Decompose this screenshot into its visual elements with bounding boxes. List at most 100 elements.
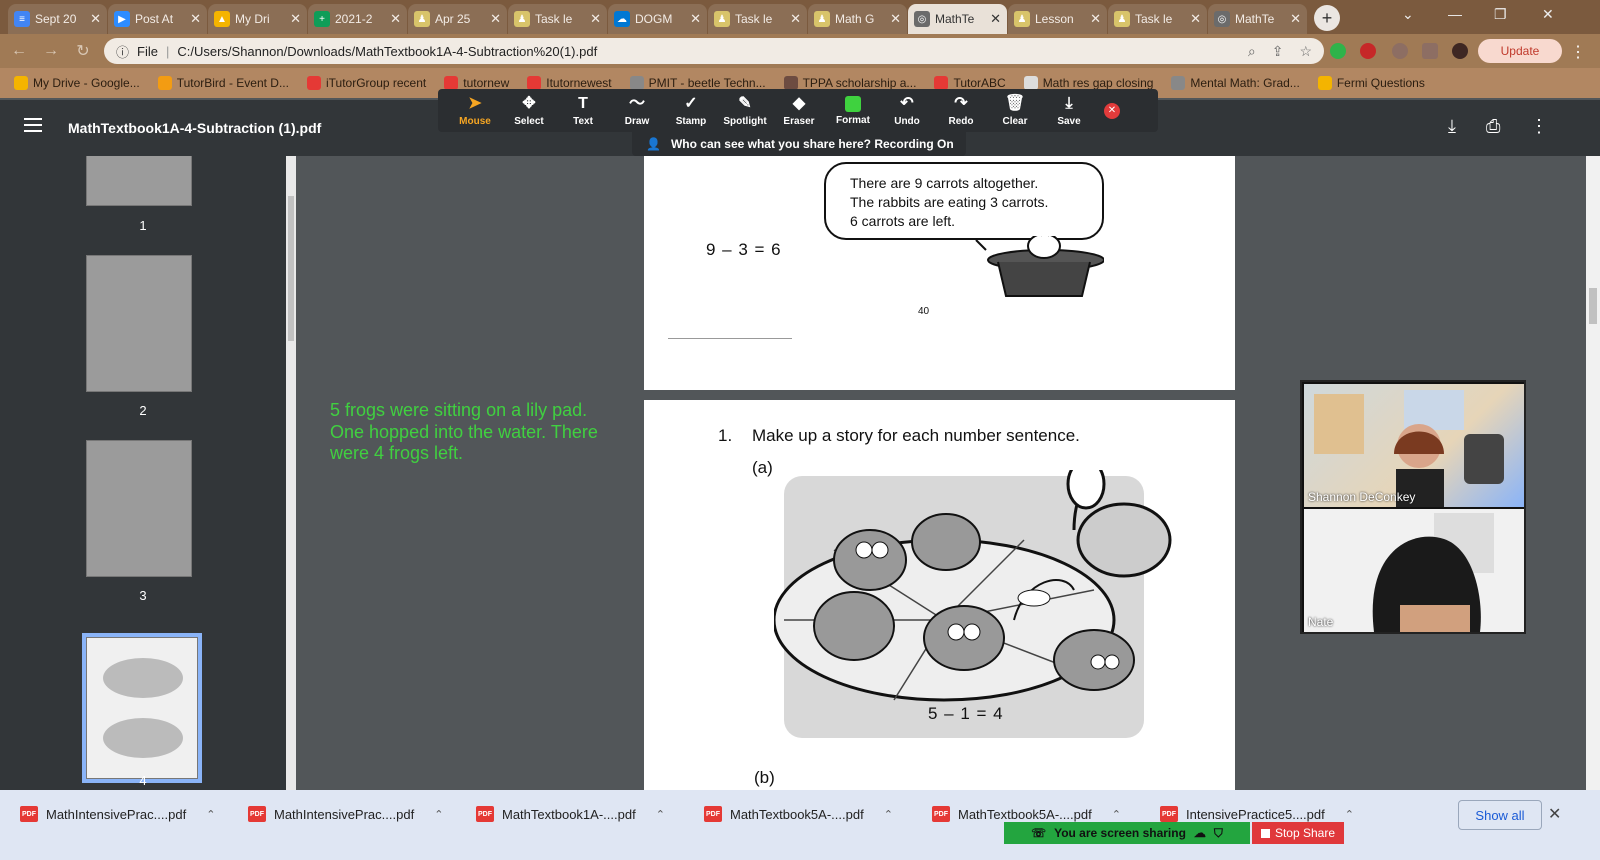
back-icon[interactable]: ← [10, 42, 28, 60]
browser-tab[interactable]: ≡ Sept 20 ✕ [8, 4, 107, 34]
download-item[interactable]: PDF IntensivePractice5....pdf ⌃ [1160, 806, 1354, 822]
bookmark-item[interactable]: Mental Math: Grad... [1171, 76, 1300, 90]
extensions-puzzle-icon[interactable] [1422, 43, 1438, 59]
bookmark-star-icon[interactable]: ☆ [1299, 43, 1312, 60]
download-item[interactable]: PDF MathTextbook5A-....pdf ⌃ [704, 806, 893, 822]
stop-share-button[interactable]: Stop Share [1252, 822, 1344, 844]
browser-tab[interactable]: ♟ Apr 25 ✕ [408, 4, 507, 34]
tab-close-icon[interactable]: ✕ [290, 11, 301, 27]
bookmark-item[interactable]: TutorABC [934, 76, 1006, 90]
ublock-icon[interactable] [1360, 43, 1376, 59]
zoom-icon[interactable]: ⌕ [1248, 43, 1256, 60]
tab-search-icon[interactable]: ⌄ [1402, 6, 1414, 23]
chevron-up-icon[interactable]: ⌃ [206, 808, 215, 821]
info-icon[interactable]: ⓘ [116, 42, 129, 61]
tool-eraser[interactable]: ◆ Eraser [772, 95, 826, 127]
participant-video[interactable]: Nate [1304, 509, 1524, 632]
tool-mouse[interactable]: ➤ Mouse [448, 95, 502, 127]
download-item[interactable]: PDF MathTextbook5A-....pdf ⌃ [932, 806, 1121, 822]
share-banner[interactable]: 👤 Who can see what you share here? Recor… [632, 132, 966, 156]
sidebar-scrollbar[interactable] [286, 156, 296, 802]
close-window-icon[interactable]: ✕ [1542, 6, 1554, 23]
download-icon[interactable]: ⤓ [1448, 116, 1456, 137]
chevron-up-icon[interactable]: ⌃ [884, 808, 893, 821]
tool-text[interactable]: T Text [556, 95, 610, 127]
page-thumbnail[interactable] [86, 156, 192, 206]
tool-spotlight[interactable]: ✎ Spotlight [718, 95, 772, 127]
tab-close-icon[interactable]: ✕ [1090, 11, 1101, 27]
page-thumbnail[interactable] [86, 255, 192, 392]
browser-tab[interactable]: ♟ Task le ✕ [708, 4, 807, 34]
tool-undo[interactable]: ↶ Undo [880, 95, 934, 127]
tab-close-icon[interactable]: ✕ [190, 11, 201, 27]
tab-close-icon[interactable]: ✕ [690, 11, 701, 27]
download-item[interactable]: PDF MathTextbook1A-....pdf ⌃ [476, 806, 665, 822]
more-actions-icon[interactable]: ⋮ [1530, 116, 1548, 137]
reload-icon[interactable]: ↻ [74, 41, 92, 61]
address-bar[interactable]: ⓘ File | C:/Users/Shannon/Downloads/Math… [104, 38, 1324, 64]
tab-close-icon[interactable]: ✕ [790, 11, 801, 27]
tab-close-icon[interactable]: ✕ [890, 11, 901, 27]
bookmark-item[interactable]: TPPA scholarship a... [783, 76, 916, 90]
chevron-up-icon[interactable]: ⌃ [1345, 808, 1354, 821]
tab-close-icon[interactable]: ✕ [990, 11, 1001, 27]
tab-close-icon[interactable]: ✕ [90, 11, 101, 27]
tab-close-icon[interactable]: ✕ [390, 11, 401, 27]
tool-save[interactable]: ⤓ Save [1042, 95, 1096, 127]
tool-clear[interactable]: 🗑 Clear [988, 95, 1042, 127]
tool-format[interactable]: Format [826, 95, 880, 126]
browser-tab[interactable]: ◎ MathTe ✕ [1208, 4, 1307, 34]
browser-tab[interactable]: ♟ Lesson ✕ [1008, 4, 1107, 34]
annotation-text[interactable]: 5 frogs were sitting on a lily pad. One … [330, 400, 610, 465]
browser-tab[interactable]: ♟ Task le ✕ [508, 4, 607, 34]
bookmark-item[interactable]: Itutornewest [527, 76, 612, 90]
chevron-up-icon[interactable]: ⌃ [656, 808, 665, 821]
tab-close-icon[interactable]: ✕ [1190, 11, 1201, 27]
chevron-up-icon[interactable]: ⌃ [1112, 808, 1121, 821]
more-menu-icon[interactable]: ⋮ [1570, 42, 1586, 62]
video-panel[interactable]: Shannon DeConkey Nate [1300, 380, 1526, 634]
tab-close-icon[interactable]: ✕ [590, 11, 601, 27]
browser-tab[interactable]: ♟ Task le ✕ [1108, 4, 1207, 34]
tab-close-icon[interactable]: ✕ [490, 11, 501, 27]
bookmark-item[interactable]: Math res gap closing [1023, 76, 1153, 90]
browser-tab[interactable]: ♟ Math G ✕ [808, 4, 907, 34]
bookmark-item[interactable]: tutornew [444, 76, 509, 90]
page-thumbnail[interactable] [86, 637, 198, 779]
forward-icon[interactable]: → [42, 42, 60, 60]
close-toolbar-icon[interactable]: ✕ [1104, 102, 1120, 119]
browser-tab[interactable]: ◎ MathTe ✕ [908, 4, 1007, 34]
extension-icon[interactable] [1330, 43, 1346, 59]
new-tab-button[interactable]: + [1314, 5, 1340, 31]
document-scrollbar[interactable] [1586, 156, 1600, 802]
print-icon[interactable]: ⎙ [1486, 116, 1500, 137]
share-icon[interactable]: ⇪ [1272, 43, 1284, 60]
tool-redo[interactable]: ↷ Redo [934, 95, 988, 127]
bookmark-item[interactable]: My Drive - Google... [14, 76, 140, 90]
tool-select[interactable]: ✥ Select [502, 95, 556, 127]
download-item[interactable]: PDF MathIntensivePrac....pdf ⌃ [20, 806, 215, 822]
bookmark-item[interactable]: TutorBird - Event D... [157, 76, 289, 90]
download-item[interactable]: PDF MathIntensivePrac....pdf ⌃ [248, 806, 443, 822]
bookmark-item[interactable]: PMIT - beetle Techn... [629, 76, 766, 90]
restore-icon[interactable]: ❐ [1494, 6, 1507, 23]
browser-tab[interactable]: +2021-2 ✕ [308, 4, 407, 34]
url-text[interactable]: C:/Users/Shannon/Downloads/MathTextbook1… [177, 44, 1240, 59]
chevron-up-icon[interactable]: ⌃ [434, 808, 443, 821]
tool-draw[interactable]: 〜 Draw [610, 95, 664, 127]
browser-tab[interactable]: ▶ Post At ✕ [108, 4, 207, 34]
bookmark-item[interactable]: Fermi Questions [1317, 76, 1425, 90]
profile-avatar[interactable] [1452, 43, 1468, 59]
browser-tab[interactable]: ▲ My Dri ✕ [208, 4, 307, 34]
page-thumbnail[interactable] [86, 440, 192, 577]
participant-video[interactable]: Shannon DeConkey [1304, 384, 1524, 507]
extension-icon[interactable] [1392, 43, 1408, 59]
hamburger-menu-icon[interactable] [24, 118, 42, 132]
close-downloads-icon[interactable]: ✕ [1548, 804, 1561, 824]
show-all-button[interactable]: Show all [1458, 800, 1542, 830]
tool-stamp[interactable]: ✓ Stamp [664, 95, 718, 127]
browser-tab[interactable]: ☁ DOGM ✕ [608, 4, 707, 34]
screen-sharing-indicator[interactable]: ☏ You are screen sharing ☁ ⛉ [1004, 822, 1250, 844]
update-button[interactable]: Update [1478, 39, 1562, 63]
minimize-icon[interactable]: — [1448, 6, 1462, 22]
